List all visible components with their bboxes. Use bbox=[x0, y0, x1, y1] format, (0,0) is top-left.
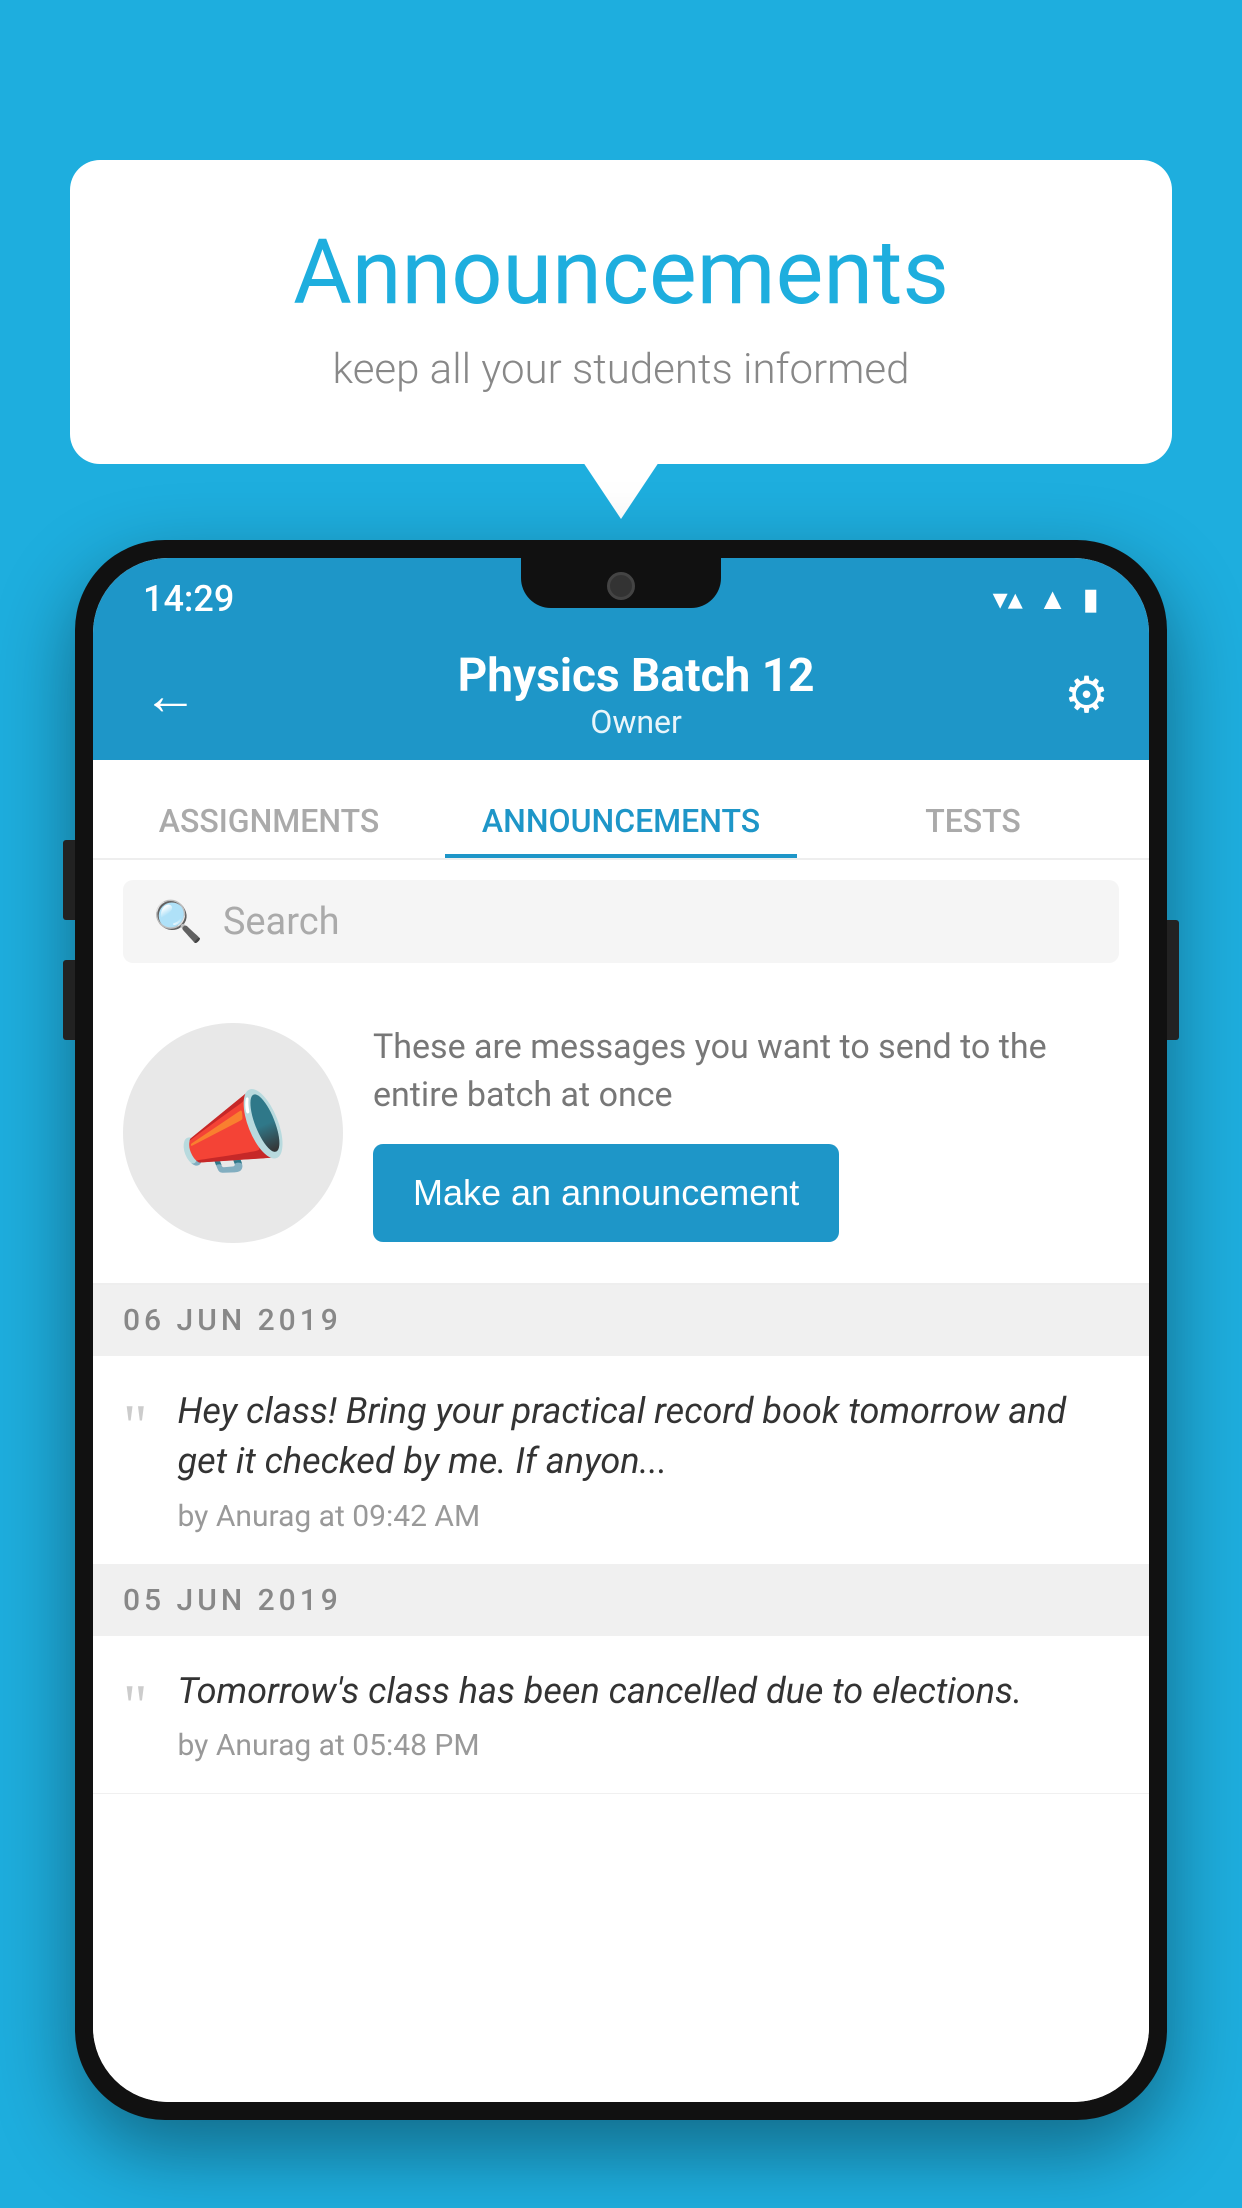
app-bar-subtitle: Owner bbox=[458, 703, 815, 741]
app-bar-center: Physics Batch 12 Owner bbox=[458, 649, 815, 741]
promo-section: 📣 These are messages you want to send to… bbox=[93, 983, 1149, 1285]
quote-icon-1: " bbox=[123, 1396, 148, 1456]
announcement-author-1: by Anurag at 09:42 AM bbox=[178, 1499, 1120, 1534]
make-announcement-button[interactable]: Make an announcement bbox=[373, 1144, 839, 1242]
search-input-wrapper[interactable]: 🔍 Search bbox=[123, 880, 1119, 963]
announcement-content-1: Hey class! Bring your practical record b… bbox=[178, 1386, 1120, 1534]
signal-icon: ▲ bbox=[1038, 582, 1068, 617]
volume-up-button bbox=[63, 840, 75, 920]
announcement-author-2: by Anurag at 05:48 PM bbox=[178, 1728, 1120, 1763]
status-icons: ▾▴ ▲ ▮ bbox=[993, 582, 1099, 617]
announcement-item-2[interactable]: " Tomorrow's class has been cancelled du… bbox=[93, 1636, 1149, 1794]
date-separator-1: 06 JUN 2019 bbox=[93, 1285, 1149, 1356]
search-placeholder: Search bbox=[223, 900, 340, 944]
status-time: 14:29 bbox=[143, 578, 234, 620]
tab-announcements[interactable]: ANNOUNCEMENTS bbox=[445, 802, 797, 858]
megaphone-icon: 📣 bbox=[177, 1081, 289, 1186]
front-camera bbox=[607, 572, 635, 600]
promo-right: These are messages you want to send to t… bbox=[373, 1024, 1119, 1242]
power-button bbox=[1167, 920, 1179, 1040]
search-bar: 🔍 Search bbox=[93, 860, 1149, 983]
phone-screen: 14:29 ▾▴ ▲ ▮ ← Physics Batch 12 Owner ⚙ … bbox=[93, 558, 1149, 2102]
promo-description: These are messages you want to send to t… bbox=[373, 1024, 1119, 1119]
announcement-text-2: Tomorrow's class has been cancelled due … bbox=[178, 1666, 1120, 1716]
volume-down-button bbox=[63, 960, 75, 1040]
announcement-item-1[interactable]: " Hey class! Bring your practical record… bbox=[93, 1356, 1149, 1565]
promo-icon-circle: 📣 bbox=[123, 1023, 343, 1243]
search-icon: 🔍 bbox=[153, 898, 203, 945]
tab-assignments[interactable]: ASSIGNMENTS bbox=[93, 802, 445, 858]
battery-icon: ▮ bbox=[1082, 582, 1099, 617]
tabs-bar: ASSIGNMENTS ANNOUNCEMENTS TESTS bbox=[93, 760, 1149, 860]
speech-bubble-container: Announcements keep all your students inf… bbox=[70, 160, 1172, 464]
speech-bubble: Announcements keep all your students inf… bbox=[70, 160, 1172, 464]
announcement-text-1: Hey class! Bring your practical record b… bbox=[178, 1386, 1120, 1487]
phone-outer: 14:29 ▾▴ ▲ ▮ ← Physics Batch 12 Owner ⚙ … bbox=[75, 540, 1167, 2120]
tab-tests[interactable]: TESTS bbox=[797, 802, 1149, 858]
announcement-content-2: Tomorrow's class has been cancelled due … bbox=[178, 1666, 1120, 1763]
wifi-icon: ▾▴ bbox=[993, 582, 1023, 617]
bubble-title: Announcements bbox=[150, 220, 1092, 325]
back-button[interactable]: ← bbox=[133, 653, 208, 738]
app-bar: ← Physics Batch 12 Owner ⚙ bbox=[93, 630, 1149, 760]
settings-button[interactable]: ⚙ bbox=[1064, 666, 1109, 725]
phone-notch bbox=[521, 558, 721, 608]
bubble-subtitle: keep all your students informed bbox=[150, 345, 1092, 394]
date-separator-2: 05 JUN 2019 bbox=[93, 1565, 1149, 1636]
screen-content: 🔍 Search 📣 These are messages you want t… bbox=[93, 860, 1149, 2102]
app-bar-title: Physics Batch 12 bbox=[458, 649, 815, 703]
phone-container: 14:29 ▾▴ ▲ ▮ ← Physics Batch 12 Owner ⚙ … bbox=[75, 540, 1167, 2208]
quote-icon-2: " bbox=[123, 1676, 148, 1736]
